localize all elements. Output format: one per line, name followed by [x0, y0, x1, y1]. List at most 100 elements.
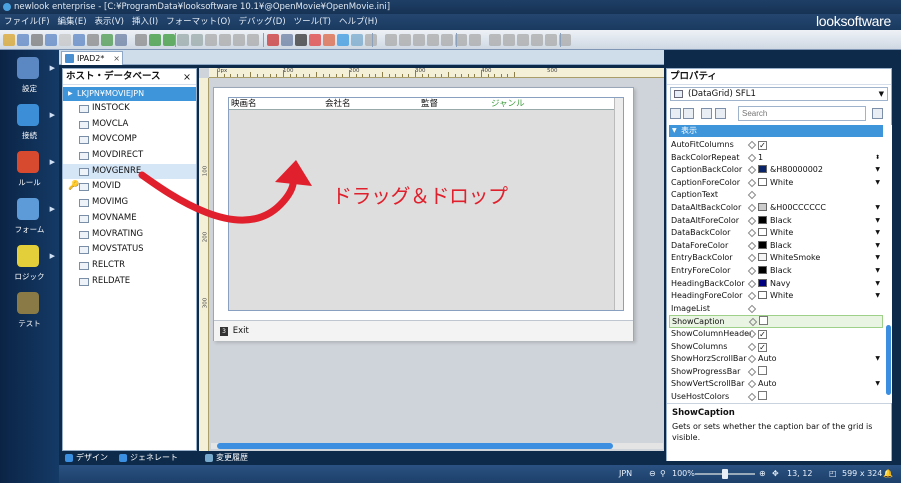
- chevron-down-icon[interactable]: ▼: [875, 164, 880, 177]
- tree-item[interactable]: MOVCLA: [63, 117, 196, 133]
- chevron-down-icon[interactable]: ▼: [875, 290, 880, 303]
- property-row-usehostcolors[interactable]: UseHostColors: [669, 391, 883, 404]
- toolbar-button-icon[interactable]: [469, 34, 481, 46]
- tree-item[interactable]: INSTOCK: [63, 101, 196, 117]
- property-row-showhorzscrollbar[interactable]: ShowHorzScrollBar Auto ▼: [669, 353, 883, 366]
- property-value[interactable]: 1: [758, 152, 878, 165]
- checkbox[interactable]: [759, 316, 768, 326]
- property-row-imagelist[interactable]: ImageList: [669, 303, 883, 316]
- chevron-down-icon[interactable]: ▼: [875, 215, 880, 228]
- bottom-tab[interactable]: 変更履歴: [202, 451, 248, 465]
- checkbox[interactable]: ✓: [758, 141, 767, 150]
- tree-item[interactable]: RELDATE: [63, 274, 196, 290]
- chevron-down-icon[interactable]: ▼: [875, 353, 880, 366]
- toolbar-button-icon[interactable]: [163, 34, 175, 46]
- property-value[interactable]: Black: [758, 265, 878, 278]
- toolbar-button-icon[interactable]: [149, 34, 161, 46]
- toolbar-button-icon[interactable]: [73, 34, 85, 46]
- tab-ipad2[interactable]: IPAD2* ×: [61, 51, 123, 65]
- tree-root[interactable]: ▶ LKJPN¥MOVIEJPN: [63, 87, 196, 101]
- property-row-showcolumnheaders[interactable]: ShowColumnHeaders ✓: [669, 328, 883, 341]
- toolbar-button-icon[interactable]: [31, 34, 43, 46]
- object-selector[interactable]: (DataGrid) SFL1 ▼: [670, 87, 888, 101]
- spinner-icon[interactable]: ⬍: [875, 152, 880, 165]
- toolbar-button-icon[interactable]: [323, 34, 335, 46]
- property-row-headingbackcolor[interactable]: HeadingBackColor Navy ▼: [669, 278, 883, 291]
- menu-item[interactable]: ファイル(F): [0, 14, 54, 30]
- events-icon[interactable]: [715, 108, 726, 119]
- toolbar-button-icon[interactable]: [503, 34, 515, 46]
- toolbar-button-icon[interactable]: [233, 34, 245, 46]
- menu-item[interactable]: フォーマット(O): [162, 14, 234, 30]
- toolbar-button-icon[interactable]: [205, 34, 217, 46]
- toolbar-button-icon[interactable]: [219, 34, 231, 46]
- categorized-icon[interactable]: [670, 108, 681, 119]
- toolbar-button-icon[interactable]: [399, 34, 411, 46]
- notification-icon[interactable]: 🔔: [883, 465, 893, 483]
- toolbar-button-icon[interactable]: [115, 34, 127, 46]
- toolbar-button-icon[interactable]: [441, 34, 453, 46]
- property-value[interactable]: WhiteSmoke: [758, 252, 878, 265]
- toolbar-button-icon[interactable]: [101, 34, 113, 46]
- close-icon[interactable]: ×: [113, 52, 120, 65]
- scroll-thumb[interactable]: [217, 443, 613, 449]
- checkbox[interactable]: ✓: [758, 330, 767, 339]
- property-row-captionbackcolor[interactable]: CaptionBackColor &H80000002 ▼: [669, 164, 883, 177]
- property-value[interactable]: [758, 391, 878, 404]
- tree-item[interactable]: MOVCOMP: [63, 132, 196, 148]
- alphabetical-icon[interactable]: [683, 108, 694, 119]
- toolbar-button-icon[interactable]: [247, 34, 259, 46]
- menu-item[interactable]: 挿入(I): [128, 14, 162, 30]
- chevron-down-icon[interactable]: ▼: [875, 227, 880, 240]
- toolbar-button-icon[interactable]: [177, 34, 189, 46]
- menu-item[interactable]: ヘルプ(H): [335, 14, 382, 30]
- property-row-showvertscrollbar[interactable]: ShowVertScrollBar Auto ▼: [669, 378, 883, 391]
- toolbar-button-icon[interactable]: [309, 34, 321, 46]
- menu-item[interactable]: ツール(T): [290, 14, 335, 30]
- property-value[interactable]: White: [758, 227, 878, 240]
- toolbar-button-icon[interactable]: [87, 34, 99, 46]
- property-search-input[interactable]: [738, 106, 866, 121]
- property-value[interactable]: [758, 365, 878, 379]
- property-row-backcolorrepeat[interactable]: BackColorRepeat 1 ⬍: [669, 152, 883, 165]
- chevron-down-icon[interactable]: ▼: [875, 202, 880, 215]
- zoom-slider-knob[interactable]: [722, 469, 728, 479]
- property-row-captionforecolor[interactable]: CaptionForeColor White ▼: [669, 177, 883, 190]
- menu-item[interactable]: 編集(E): [54, 14, 91, 30]
- chevron-down-icon[interactable]: ▼: [875, 177, 880, 190]
- property-value[interactable]: ✓: [758, 328, 878, 341]
- toolbar-button-icon[interactable]: [191, 34, 203, 46]
- checkbox[interactable]: ✓: [758, 342, 767, 352]
- property-row-showprogressbar[interactable]: ShowProgressBar: [669, 365, 883, 379]
- toolbar-button-icon[interactable]: [517, 34, 529, 46]
- toolbar-button-icon[interactable]: [413, 34, 425, 46]
- property-row-entryforecolor[interactable]: EntryForeColor Black ▼: [669, 265, 883, 278]
- property-row-dataforecolor[interactable]: DataForeColor Black ▼: [669, 240, 883, 253]
- chevron-down-icon[interactable]: ▼: [875, 240, 880, 253]
- menu-item[interactable]: デバッグ(D): [234, 14, 289, 30]
- property-row-showcolumns[interactable]: ShowColumns ✓: [669, 341, 883, 354]
- clear-search-icon[interactable]: [872, 108, 883, 119]
- nav-item-form[interactable]: フォーム ▶: [0, 194, 59, 244]
- exit-label[interactable]: Exit: [233, 326, 249, 336]
- nav-item-gear[interactable]: 設定 ▶: [0, 53, 59, 103]
- property-value[interactable]: White: [758, 177, 878, 190]
- bottom-tab[interactable]: ジェネレート: [116, 451, 178, 465]
- toolbar-button-icon[interactable]: [337, 34, 349, 46]
- toolbar-button-icon[interactable]: [267, 34, 279, 46]
- bottom-tab[interactable]: デザイン: [62, 451, 108, 465]
- chevron-down-icon[interactable]: ▼: [875, 278, 880, 291]
- property-row-captiontext[interactable]: CaptionText: [669, 189, 883, 202]
- property-value[interactable]: &H00CCCCCC: [758, 202, 878, 215]
- property-row-entrybackcolor[interactable]: EntryBackColor WhiteSmoke ▼: [669, 252, 883, 265]
- grid-column-header[interactable]: 会社名: [325, 98, 351, 110]
- nav-item-globe[interactable]: 接続 ▶: [0, 100, 59, 150]
- tree-item[interactable]: RELCTR: [63, 258, 196, 274]
- toolbar-button-icon[interactable]: [531, 34, 543, 46]
- property-pages-icon[interactable]: [701, 108, 712, 119]
- property-value[interactable]: Black: [758, 240, 878, 253]
- toolbar-button-icon[interactable]: [489, 34, 501, 46]
- toolbar-button-icon[interactable]: [45, 34, 57, 46]
- property-row-databackcolor[interactable]: DataBackColor White ▼: [669, 227, 883, 240]
- property-value[interactable]: White: [758, 290, 878, 303]
